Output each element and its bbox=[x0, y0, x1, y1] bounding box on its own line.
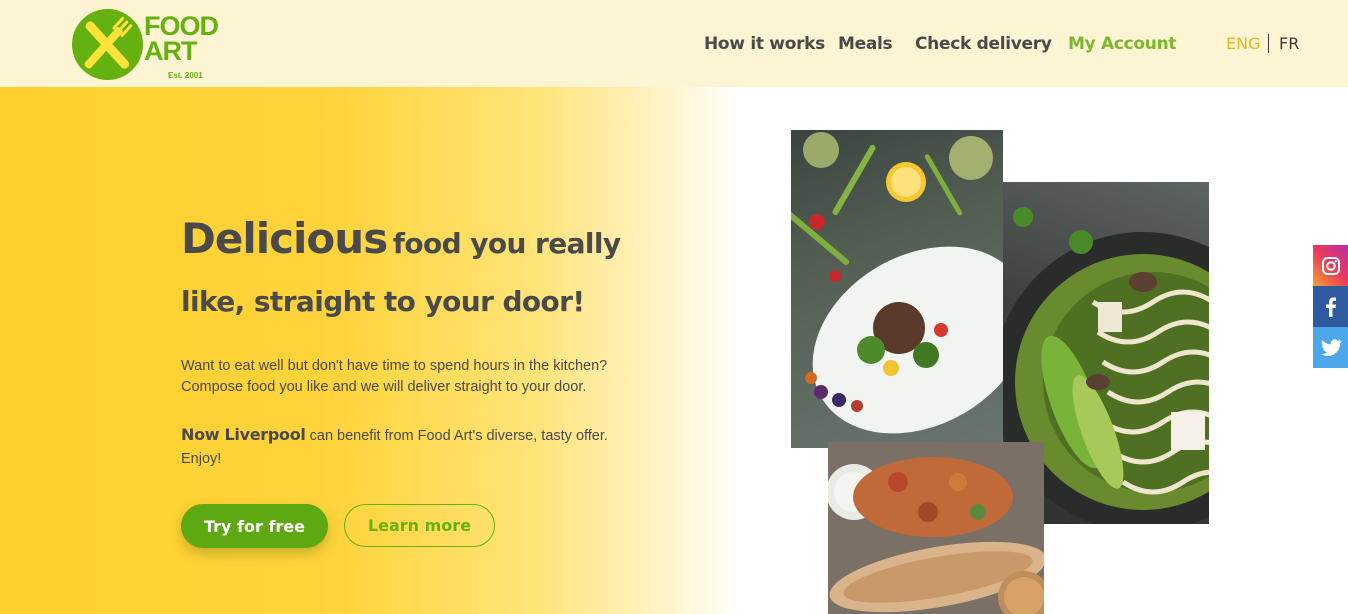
twitter-button[interactable] bbox=[1313, 327, 1348, 368]
food-photo-steak-plate bbox=[791, 130, 1003, 448]
headline-emphasis: Delicious bbox=[181, 214, 388, 263]
hero-headline: Delicious food you really like, straight… bbox=[181, 212, 651, 333]
facebook-button[interactable] bbox=[1313, 286, 1348, 327]
offer-highlight: Now Liverpool bbox=[181, 425, 306, 444]
nav-check-delivery[interactable]: Check delivery bbox=[915, 34, 1052, 54]
facebook-icon bbox=[1325, 297, 1336, 317]
lang-separator bbox=[1268, 34, 1269, 53]
logo[interactable]: FOOD ART Est. 2001 bbox=[72, 8, 232, 82]
learn-more-button[interactable]: Learn more bbox=[344, 504, 495, 547]
lang-eng[interactable]: ENG bbox=[1226, 34, 1260, 53]
nav-my-account[interactable]: My Account bbox=[1068, 34, 1177, 54]
logo-mark-icon bbox=[72, 9, 143, 80]
hero-offer: Now Liverpool can benefit from Food Art'… bbox=[181, 423, 651, 471]
hero-description: Want to eat well but don't have time to … bbox=[181, 358, 608, 395]
instagram-icon bbox=[1321, 256, 1340, 275]
logo-line2: ART bbox=[144, 36, 198, 66]
nav-how-it-works[interactable]: How it works bbox=[704, 34, 825, 54]
twitter-icon bbox=[1320, 338, 1342, 356]
header: FOOD ART Est. 2001 How it works Meals Ch… bbox=[0, 0, 1348, 87]
food-photo-wraps bbox=[828, 442, 1044, 614]
try-for-free-button[interactable]: Try for free bbox=[181, 504, 328, 548]
logo-wordmark: FOOD ART bbox=[144, 13, 219, 66]
logo-established: Est. 2001 bbox=[168, 71, 203, 80]
instagram-button[interactable] bbox=[1313, 245, 1348, 286]
lang-fr[interactable]: FR bbox=[1279, 34, 1299, 53]
nav-meals[interactable]: Meals bbox=[838, 34, 893, 54]
